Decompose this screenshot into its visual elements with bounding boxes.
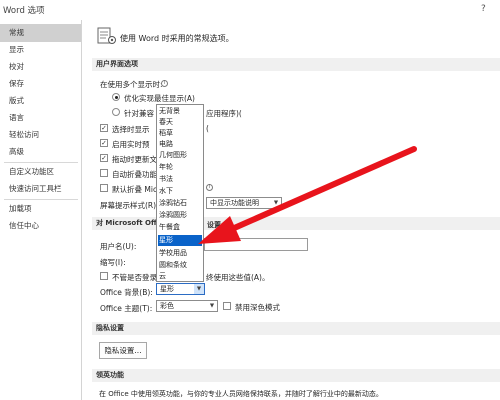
red-arrow-annotation [198,146,417,244]
